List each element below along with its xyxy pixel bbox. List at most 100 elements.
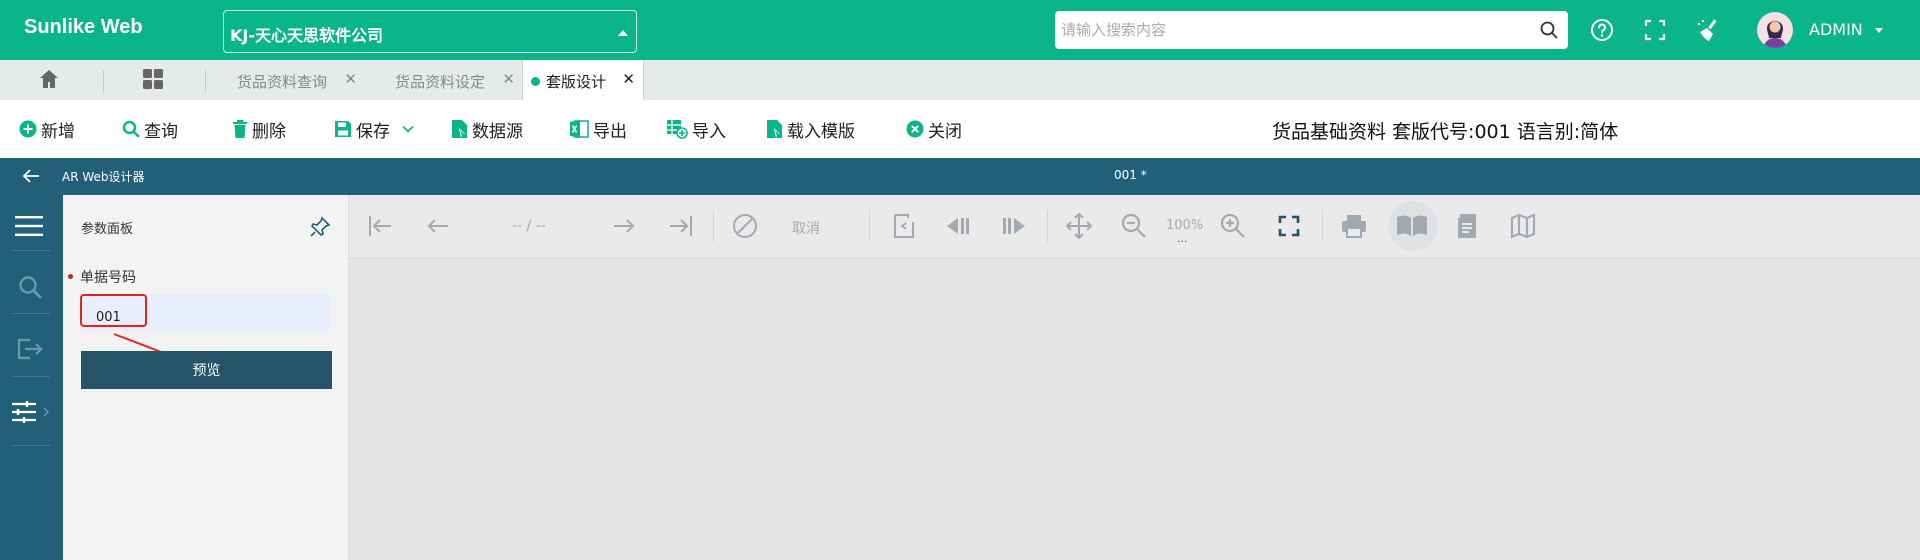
toolbar-divider (1322, 210, 1323, 242)
zoom-in-icon[interactable] (1219, 212, 1247, 240)
datasource-label: 数据源 (472, 121, 523, 142)
query-label: 查询 (144, 121, 178, 142)
import-button[interactable]: 导入 (666, 118, 726, 142)
save-disk-icon (335, 121, 351, 137)
tab-item-setting[interactable]: 货品资料设定 ✕ (395, 60, 515, 100)
tab-label: 套版设计 (546, 73, 607, 91)
forward-icon[interactable] (1000, 212, 1028, 240)
clean-broom-icon[interactable] (1696, 18, 1722, 42)
search-icon[interactable] (1540, 21, 1558, 39)
export-button[interactable]: 导出 (569, 118, 627, 142)
rail-divider (12, 250, 50, 251)
page-indicator[interactable]: -- / -- (512, 218, 546, 234)
tab-item-template-design[interactable]: 套版设计 ✕ (522, 60, 644, 100)
pin-icon[interactable] (309, 216, 331, 238)
close-icon[interactable]: ✕ (344, 70, 357, 88)
tab-divider (103, 70, 104, 92)
user-avatar[interactable] (1757, 12, 1793, 48)
rail-divider (12, 445, 50, 446)
home-icon[interactable] (38, 68, 60, 90)
rail-divider (12, 376, 50, 377)
import-label: 导入 (692, 121, 726, 142)
caret-down-icon[interactable] (1875, 28, 1883, 33)
tab-label: 货品资料设定 (395, 73, 486, 91)
fit-screen-icon[interactable] (1278, 215, 1300, 237)
continuous-scroll-icon[interactable] (1454, 212, 1482, 240)
tab-label: 货品资料查询 (237, 73, 328, 91)
export-icon[interactable] (16, 337, 44, 361)
query-button[interactable]: 查询 (122, 118, 178, 142)
close-circle-icon (906, 120, 924, 138)
trash-icon (233, 120, 247, 138)
datasource-doc-icon (452, 120, 467, 138)
search-icon[interactable] (18, 275, 42, 299)
first-page-icon[interactable] (367, 212, 395, 240)
search-input[interactable] (1055, 11, 1525, 49)
search-box[interactable] (1055, 11, 1568, 49)
toolbar-divider (869, 210, 870, 242)
designer-title: AR Web设计器 (62, 170, 145, 184)
next-page-icon[interactable] (610, 212, 638, 240)
plus-circle-icon (19, 120, 37, 138)
required-dot-icon (68, 274, 73, 279)
designer-sidebar (0, 195, 63, 560)
load-template-label: 载入模版 (787, 121, 855, 142)
apps-grid-icon[interactable] (142, 68, 164, 90)
close-label: 关闭 (928, 121, 962, 142)
search-icon (122, 120, 140, 138)
book-view-icon[interactable] (1395, 212, 1429, 240)
help-icon[interactable] (1590, 18, 1614, 42)
back-arrow-icon[interactable] (22, 168, 40, 184)
menu-icon[interactable] (15, 215, 43, 237)
parameters-sliders-icon[interactable] (12, 400, 52, 424)
tab-item-query[interactable]: 货品资料查询 ✕ (237, 60, 357, 100)
active-dot-icon (531, 77, 540, 86)
stop-icon[interactable] (731, 212, 759, 240)
datasource-button[interactable]: 数据源 (451, 118, 523, 142)
zoom-more[interactable]: ... (1177, 232, 1188, 245)
document-number-label: 单据号码 (68, 267, 136, 287)
preview-button[interactable]: 预览 (81, 351, 332, 389)
toolbar-divider (713, 210, 714, 242)
load-template-button[interactable]: 载入模版 (766, 118, 855, 142)
rail-divider (12, 313, 50, 314)
tab-divider (205, 70, 206, 92)
document-title: 货品基础资料 套版代号:001 语言别:简体 (1272, 121, 1619, 143)
previous-page-icon[interactable] (424, 212, 452, 240)
user-name[interactable]: ADMIN (1809, 20, 1863, 39)
document-number-text: 单据号码 (80, 270, 136, 286)
toolbar-divider (1047, 210, 1048, 242)
chevron-down-icon (402, 125, 414, 133)
print-icon[interactable] (1340, 212, 1368, 240)
company-name: KJ-天心天思软件公司 (230, 26, 383, 45)
last-page-icon[interactable] (666, 212, 694, 240)
fullscreen-icon[interactable] (1643, 18, 1667, 42)
backward-icon[interactable] (944, 212, 972, 240)
brand-logo: Sunlike Web (24, 16, 143, 38)
designer-bar: AR Web设计器 001 * (0, 158, 1920, 195)
header-divider (1561, 15, 1562, 45)
designer-doc-name: 001 * (1114, 168, 1147, 182)
export-label: 导出 (593, 121, 627, 142)
delete-button[interactable]: 删除 (232, 118, 286, 142)
delete-label: 删除 (252, 121, 286, 142)
zoom-level[interactable]: 100% (1166, 218, 1203, 233)
zoom-out-icon[interactable] (1120, 212, 1148, 240)
close-icon[interactable]: ✕ (502, 70, 515, 88)
save-label: 保存 (356, 121, 390, 142)
parameter-panel-title: 参数面板 (81, 222, 134, 237)
company-selector[interactable]: KJ-天心天思软件公司 (223, 10, 637, 53)
save-button[interactable]: 保存 (334, 118, 414, 142)
close-icon[interactable]: ✕ (622, 70, 635, 88)
new-label: 新增 (41, 121, 75, 142)
parameter-panel-header: 参数面板 (63, 195, 349, 258)
new-button[interactable]: 新增 (19, 118, 75, 142)
parent-report-icon[interactable] (890, 212, 918, 240)
close-button[interactable]: 关闭 (906, 118, 962, 142)
pan-move-icon[interactable] (1065, 212, 1093, 240)
cancel-button[interactable]: 取消 (792, 218, 820, 238)
load-template-icon (767, 120, 782, 138)
excel-export-icon (570, 120, 589, 138)
map-view-icon[interactable] (1509, 212, 1537, 240)
report-preview-area (349, 258, 1920, 560)
